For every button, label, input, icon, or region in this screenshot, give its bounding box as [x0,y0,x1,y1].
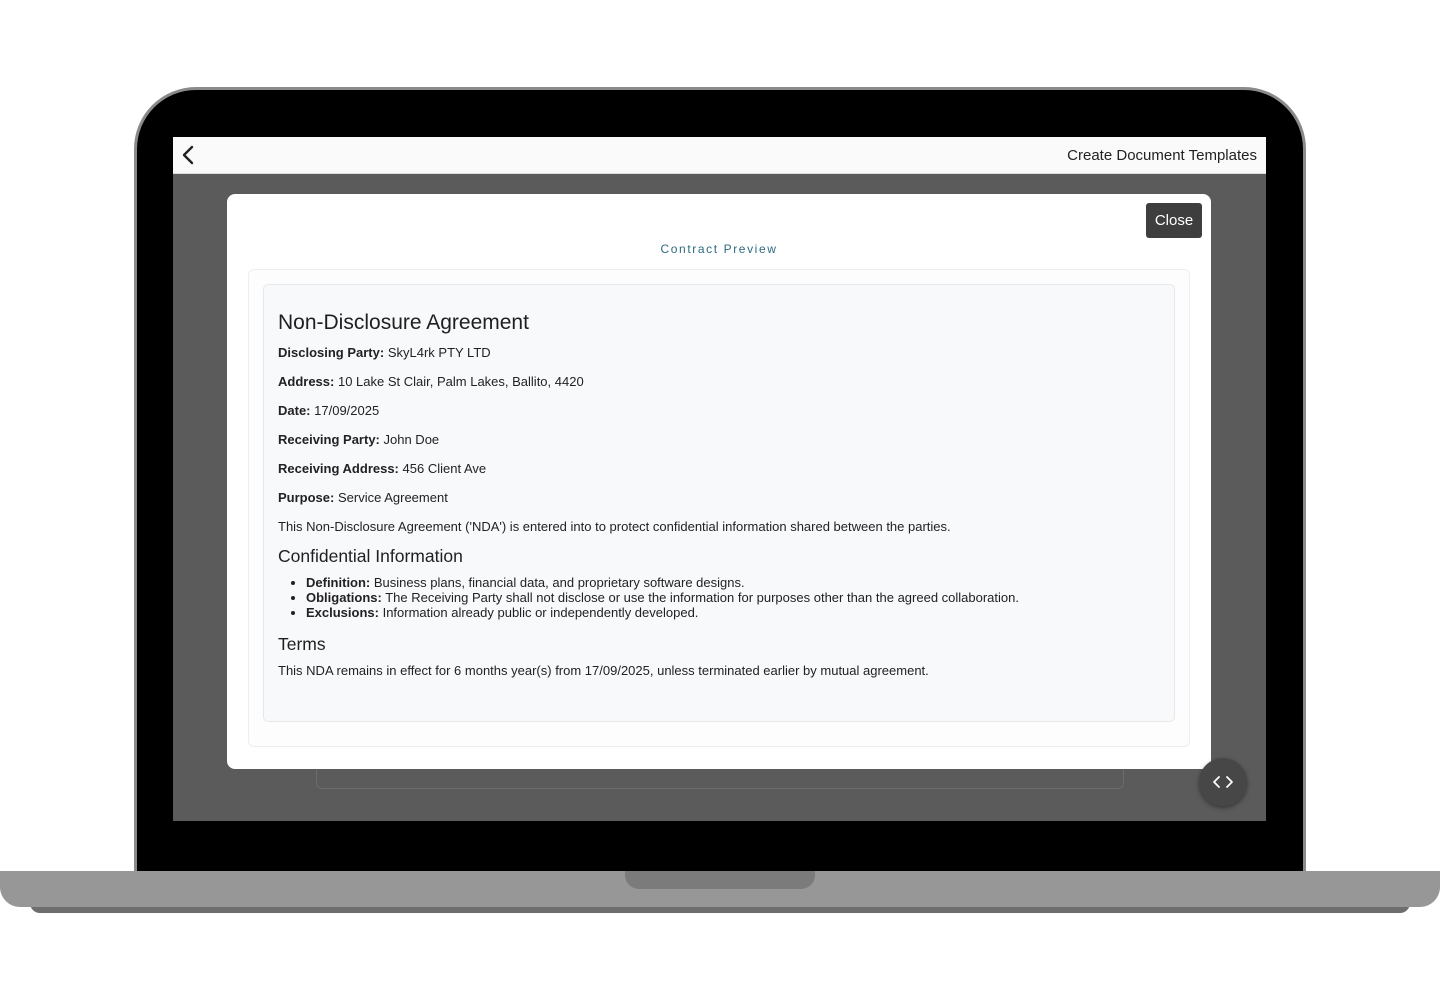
item-text: Information already public or independen… [382,605,699,620]
terms-paragraph: This NDA remains in effect for 6 months … [278,663,929,678]
close-button[interactable]: Close [1146,203,1202,238]
field-label: Receiving Party: [278,432,380,447]
list-item: Definition: Business plans, financial da… [306,575,1160,590]
item-label: Definition: [306,575,371,590]
document-preview: Non-Disclosure Agreement Disclosing Part… [263,284,1175,722]
field-disclosing-party: Disclosing Party: SkyL4rk PTY LTD [278,345,1160,360]
field-value: 456 Client Ave [402,461,487,476]
item-label: Exclusions: [306,605,379,620]
document-title: Non-Disclosure Agreement [278,311,529,334]
field-label: Disclosing Party: [278,345,385,360]
field-purpose: Purpose: Service Agreement [278,490,1160,505]
code-toggle-button[interactable] [1199,758,1247,806]
code-brackets-icon [1213,776,1233,788]
list-item: Obligations: The Receiving Party shall n… [306,590,1160,605]
field-value: 10 Lake St Clair, Palm Lakes, Ballito, 4… [337,374,584,389]
field-value: John Doe [383,432,440,447]
field-value: SkyL4rk PTY LTD [387,345,491,360]
intro-paragraph: This Non-Disclosure Agreement ('NDA') is… [278,519,951,534]
field-value: 17/09/2025 [314,403,380,418]
app-header: Create Document Templates [173,137,1266,174]
app-screen: Create Document Templates Close Contract… [173,137,1266,821]
item-label: Obligations: [306,590,382,605]
modal-title: Contract Preview [660,242,778,256]
list-item: Exclusions: Information already public o… [306,605,1160,620]
field-address: Address: 10 Lake St Clair, Palm Lakes, B… [278,374,1160,389]
field-label: Purpose: [278,490,335,505]
field-receiving-address: Receiving Address: 456 Client Ave [278,461,1160,476]
field-label: Address: [278,374,335,389]
page-title: Create Document Templates [1067,147,1257,164]
field-value: Service Agreement [337,490,448,505]
confidential-heading: Confidential Information [278,546,463,566]
item-text: The Receiving Party shall not disclose o… [385,590,1019,605]
chevron-left-icon[interactable] [179,145,199,165]
field-receiving-party: Receiving Party: John Doe [278,432,1160,447]
laptop-notch [625,871,815,889]
preview-panel: Non-Disclosure Agreement Disclosing Part… [248,269,1190,747]
field-label: Date: [278,403,311,418]
confidential-list: Definition: Business plans, financial da… [278,575,1160,620]
item-text: Business plans, financial data, and prop… [373,575,745,590]
terms-heading: Terms [278,634,326,654]
field-date: Date: 17/09/2025 [278,403,1160,418]
contract-preview-modal: Close Contract Preview Non-Disclosure Ag… [227,194,1211,769]
field-label: Receiving Address: [278,461,399,476]
